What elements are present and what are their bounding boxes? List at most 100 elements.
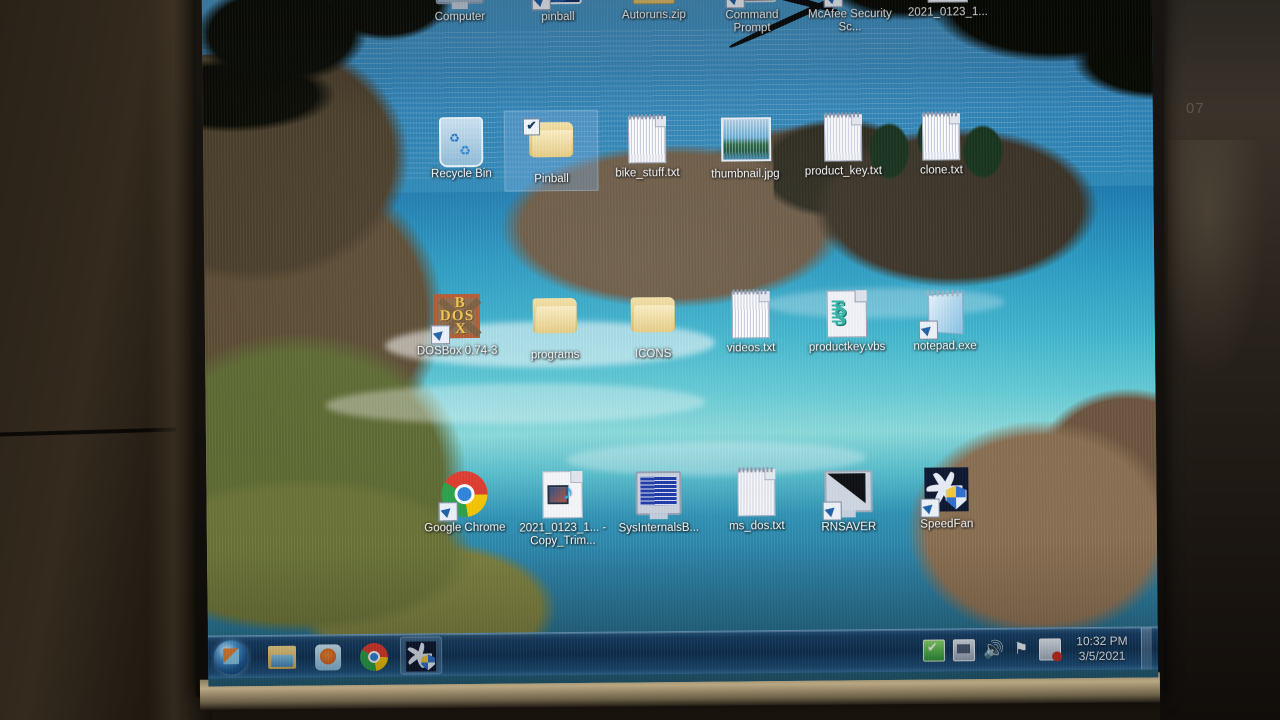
desktop-icon-label: product_key.txt	[804, 165, 883, 178]
action-center-icon[interactable]: ⚑	[1011, 640, 1031, 660]
desktop-icon-label: Computer	[434, 10, 486, 24]
desktop-icon-label: 2021_0123_1... - Copy_Trim...	[519, 521, 607, 547]
mcafee-icon	[823, 0, 873, 8]
taskbar-clock[interactable]: 10:32 PM 3/5/2021	[1071, 634, 1133, 665]
room-right-background	[1160, 0, 1280, 720]
folder-icon	[267, 645, 297, 669]
desktop-icon-programs[interactable]: programs	[509, 291, 602, 362]
desktop-icon-computer[interactable]: Computer	[413, 0, 506, 24]
start-flag-icon	[222, 648, 240, 665]
txt-icon	[732, 467, 780, 517]
desktop-icon-label: Command Prompt	[725, 9, 779, 34]
desktop-icon-product-key-txt[interactable]: product_key.txt	[797, 112, 890, 178]
sysinternals-icon	[634, 470, 682, 520]
desktop-icon-bike-stuff-txt[interactable]: bike_stuff.txt	[601, 114, 694, 180]
desktop-icon-label: McAfee Security Sc...	[807, 7, 892, 33]
clock-date: 3/5/2021	[1078, 648, 1126, 664]
start-button[interactable]	[212, 638, 256, 676]
txt-icon	[917, 111, 965, 161]
scrnsaver-icon	[822, 470, 873, 521]
desktop-icon-ms-dos-txt[interactable]: ms_dos.txt	[710, 467, 803, 533]
desktop-icon-label: Google Chrome	[424, 521, 506, 535]
desktop-icon-mcafee[interactable]: McAfee Security Sc...	[803, 0, 896, 34]
network-error-icon[interactable]	[1038, 638, 1062, 661]
folder-icon: ✔	[522, 118, 575, 170]
recycle-icon: ♻ ♻	[437, 116, 485, 168]
desktop-icon-label: programs	[530, 348, 580, 362]
desktop-icon-label: DOSBox 0.74-3	[416, 344, 498, 358]
cmd-icon: C:\>_	[725, 0, 776, 9]
desktop-icon-dosbox[interactable]: B D O S X DOSBox 0.74-3	[411, 292, 504, 358]
taskbar-item-windows-media-player[interactable]	[308, 638, 348, 674]
desktop-icon-google-chrome[interactable]: Google Chrome	[418, 470, 511, 535]
desktop-icon-notepad-exe[interactable]: notepad.exe	[899, 287, 992, 353]
shortcut-arrow-icon	[531, 0, 551, 11]
desktop-icon-label: bike_stuff.txt	[615, 166, 680, 180]
desktop-icon-label: SysInternalsB...	[618, 521, 700, 535]
system-tray[interactable]: 🔊 ⚑ 10:32 PM 3/5/2021	[919, 627, 1158, 671]
desktop-icon-icons-folder[interactable]: ICONS	[607, 290, 700, 361]
desktop-icon-productkey-vbs[interactable]: § productkey.vbs	[801, 288, 894, 354]
pinball-icon	[531, 0, 582, 11]
desktop-icon-label: ICONS	[634, 348, 672, 361]
shortcut-arrow-icon	[438, 502, 458, 522]
antivirus-status-icon[interactable]	[922, 639, 946, 662]
desktop-icon-autoruns-zip[interactable]: Autoruns.zip	[607, 0, 700, 22]
clock-time: 10:32 PM	[1076, 633, 1128, 649]
desktop-icon-clone-txt[interactable]: clone.txt	[895, 111, 988, 177]
folder-icon	[629, 297, 677, 345]
desktop-icon-label: Recycle Bin	[431, 167, 492, 181]
desktop-icon-label: productkey.vbs	[808, 341, 886, 354]
desktop-icon-scrnsaver[interactable]: RNSAVER	[802, 466, 895, 534]
taskbar-item-speedfan[interactable]	[399, 636, 443, 675]
notepad-icon	[918, 289, 969, 340]
taskbar[interactable]: 🔊 ⚑ 10:32 PM 3/5/2021	[207, 626, 1159, 679]
speedfan-icon	[920, 467, 970, 518]
video-icon: ♪	[538, 470, 586, 519]
screen: Computer pinball Autoruns.zip C:\>_Command …	[201, 0, 1159, 687]
taskbar-item-google-chrome[interactable]	[354, 638, 394, 674]
zip-icon	[629, 0, 677, 6]
network-tray-icon[interactable]	[952, 639, 976, 662]
vbs-icon: §	[823, 290, 871, 338]
desktop-icon-recycle-bin[interactable]: ♻ ♻ Recycle Bin	[415, 116, 508, 181]
desktop-icon-video-copy-trim[interactable]: ♪ 2021_0123_1... - Copy_Trim...	[516, 469, 609, 548]
desktop-icon-label: thumbnail.jpg	[711, 168, 780, 181]
folder-icon	[531, 297, 579, 346]
chrome-icon	[359, 642, 389, 672]
speedfan-icon	[405, 641, 437, 672]
shortcut-arrow-icon	[823, 0, 843, 8]
desktop-icon-pinball-folder[interactable]: ✔ Pinball	[503, 109, 599, 192]
jpg-icon	[720, 117, 772, 165]
video-icon: ♪	[923, 0, 971, 4]
desktop-icon-label: clone.txt	[919, 164, 963, 177]
desktop-icon-label: Autoruns.zip	[621, 8, 686, 22]
shortcut-arrow-icon	[725, 0, 745, 9]
computer-icon	[435, 0, 484, 10]
icon-checkbox[interactable]: ✔	[522, 118, 541, 136]
desktop-icon-command-prompt[interactable]: C:\>_Command Prompt	[705, 0, 798, 35]
desktop-icon-sysinternals[interactable]: SysInternalsB...	[612, 468, 705, 535]
desktop-icon-videos-txt[interactable]: videos.txt	[705, 289, 798, 355]
desktop-icon-label: notepad.exe	[913, 340, 977, 353]
desktop-icon-grid: Computer pinball Autoruns.zip C:\>_Command …	[202, 0, 1158, 635]
volume-tray-icon[interactable]: 🔊	[983, 640, 1004, 660]
desktop-icon-speedfan[interactable]: SpeedFan	[900, 465, 993, 531]
room-ghost-text: 07	[1186, 100, 1205, 117]
shortcut-arrow-icon	[920, 498, 940, 518]
txt-icon	[623, 114, 671, 164]
desktop-icon-label: 2021_0123_1...	[907, 6, 988, 19]
monitor-photo: 07 Computer pinball Autoruns.zip C:\>_Comma…	[0, 0, 1280, 720]
desktop-icon-label: videos.txt	[726, 342, 776, 355]
desktop-icon-label: SpeedFan	[920, 518, 974, 531]
desktop-icon-video-top[interactable]: ♪ 2021_0123_1...	[901, 0, 994, 19]
desktop-icon-thumbnail-jpg[interactable]: thumbnail.jpg	[699, 113, 792, 181]
taskbar-item-windows-explorer[interactable]	[262, 639, 302, 675]
shortcut-arrow-icon	[822, 501, 842, 521]
desktop-icon-pinball-shortcut[interactable]: pinball	[511, 0, 604, 24]
desktop-icon-label: RNSAVER	[821, 521, 877, 534]
show-desktop-button[interactable]	[1140, 627, 1153, 670]
shortcut-arrow-icon	[918, 320, 939, 340]
desktop-icon-label: Pinball	[534, 173, 569, 186]
txt-icon	[727, 289, 775, 339]
